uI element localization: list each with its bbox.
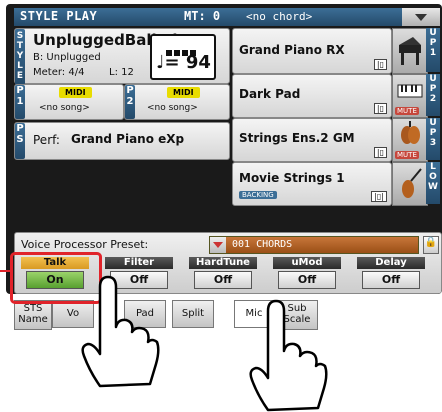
track-up1[interactable]: Grand Piano RX |▯ [232, 28, 392, 74]
player2-side-tag: P2 [125, 85, 135, 119]
voice-processor-label: Voice Processor Preset: [21, 238, 149, 251]
track-up3-tag: UP3 [426, 118, 440, 160]
master-transpose: MT: 0 [184, 9, 221, 23]
tempo-value: ♩= 94 [156, 52, 211, 73]
delay-toggle-button[interactable]: Off [362, 271, 420, 289]
fx-delay-label: Delay [357, 257, 425, 269]
tab-sts-name[interactable]: STS Name [14, 300, 52, 330]
track-up3[interactable]: Strings Ens.2 GM |▯ [232, 118, 392, 162]
dropdown-icon[interactable] [210, 237, 226, 253]
fx-umod-label: uMod [273, 257, 341, 269]
tab-split[interactable]: Split [172, 300, 214, 328]
player2-panel[interactable]: P2 MIDI <no song> [124, 84, 230, 120]
page-menu-button[interactable] [402, 8, 440, 26]
umod-toggle-button[interactable]: Off [278, 271, 336, 289]
screen: STYLE PLAY MT: 0 <no chord> STYLE Unplug… [6, 4, 442, 294]
fx-delay: Delay Off [357, 257, 425, 289]
player2-song: <no song> [147, 103, 198, 113]
player1-midi-badge: MIDI [59, 87, 92, 98]
callout-line [0, 270, 11, 272]
track-up3-name: Strings Ens.2 GM [239, 131, 355, 145]
keyboard-icon[interactable]: MUTE [392, 74, 428, 118]
track-up1-tag: UP1 [426, 28, 440, 72]
mode-title: STYLE PLAY [20, 9, 98, 23]
track-up2[interactable]: Dark Pad |▯ [232, 74, 392, 118]
track-up1-mode: |▯ [373, 59, 387, 70]
tempo-box[interactable]: ♩= 94 [150, 34, 216, 80]
fx-hardtune: HardTune Off [189, 257, 257, 289]
preset-value: 001 CHORDS [232, 239, 293, 250]
track-low-name: Movie Strings 1 [239, 171, 345, 185]
style-meter: Meter: 4/4 [33, 67, 85, 78]
player1-side-tag: P1 [15, 85, 25, 119]
player2-midi-badge: MIDI [167, 87, 200, 98]
player1-panel[interactable]: P1 MIDI <no song> [14, 84, 124, 120]
preset-select[interactable]: 001 CHORDS [209, 236, 419, 254]
performance-label: Perf: [33, 133, 60, 147]
chevron-down-icon [415, 14, 427, 21]
strings-icon[interactable]: MUTE [392, 118, 428, 162]
performance-panel[interactable]: PS Perf: Grand Piano eXp [14, 122, 230, 160]
pointing-hand-icon-2 [249, 299, 328, 412]
fx-filter-label: Filter [105, 257, 173, 269]
track-up2-mode: |▯ [373, 103, 387, 114]
player1-song: <no song> [39, 103, 90, 113]
performance-side-tag: PS [15, 123, 25, 159]
performance-name: Grand Piano eXp [71, 132, 185, 146]
style-bank: B: Unplugged [33, 52, 101, 63]
track-up2-tag: UP2 [426, 74, 440, 116]
piano-icon[interactable] [392, 28, 428, 74]
violin-icon[interactable] [392, 162, 428, 206]
fx-umod: uMod Off [273, 257, 341, 289]
chord-display: <no chord> [246, 10, 313, 23]
track-low[interactable]: Movie Strings 1 BACKING |▯| [232, 162, 392, 206]
title-bar: STYLE PLAY MT: 0 <no chord> [14, 8, 440, 26]
backing-badge: BACKING [239, 191, 277, 199]
track-up2-name: Dark Pad [239, 87, 301, 101]
track-low-mode: |▯| [371, 191, 387, 202]
track-up3-mode: |▯ [373, 147, 387, 158]
lock-icon[interactable]: 🔒 [423, 236, 439, 254]
track-low-tag: LOW [426, 162, 440, 204]
track-up2-mute: MUTE [395, 107, 419, 115]
pointing-hand-icon [81, 275, 160, 388]
style-length: L: 12 [109, 67, 134, 78]
style-side-tag: STYLE [15, 29, 25, 85]
fx-hardtune-label: HardTune [189, 257, 257, 269]
hardtune-toggle-button[interactable]: Off [194, 271, 252, 289]
track-up3-mute: MUTE [395, 151, 419, 159]
track-up1-name: Grand Piano RX [239, 43, 345, 57]
